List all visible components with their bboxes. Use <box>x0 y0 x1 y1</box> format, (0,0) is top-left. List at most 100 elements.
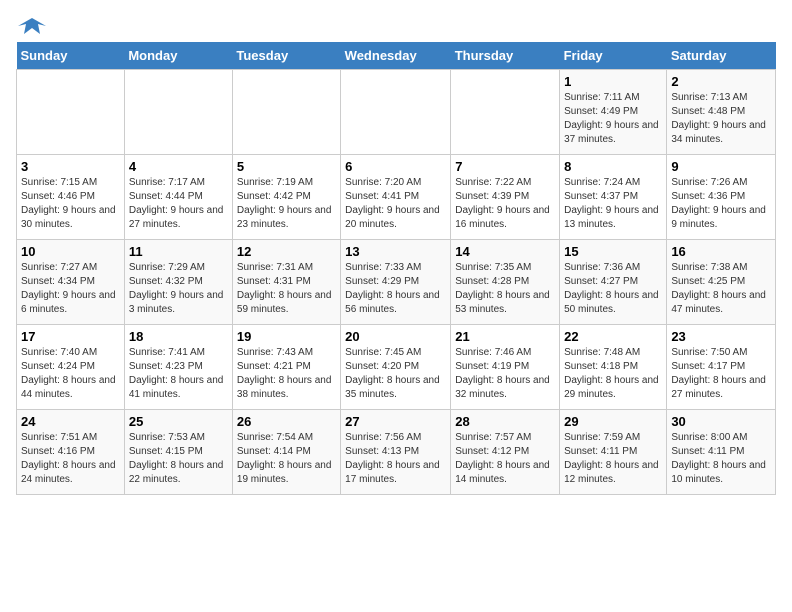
day-number: 10 <box>21 244 120 259</box>
weekday-header-wednesday: Wednesday <box>341 42 451 70</box>
calendar-cell: 7 Sunrise: 7:22 AM Sunset: 4:39 PM Daylig… <box>451 155 560 240</box>
calendar-cell: 17Sunrise: 7:40 AM Sunset: 4:24 PM Dayli… <box>17 325 125 410</box>
day-number: 16 <box>671 244 771 259</box>
day-number: 7 <box>455 159 555 174</box>
day-number: 24 <box>21 414 120 429</box>
day-number: 29 <box>564 414 662 429</box>
weekday-header-saturday: Saturday <box>667 42 776 70</box>
day-info: Sunrise: 7:31 AM Sunset: 4:31 PM Dayligh… <box>237 261 336 317</box>
calendar-cell: 23 Sunrise: 7:50 AM Sunset: 4:17 PM Dayli… <box>667 325 776 410</box>
day-info: Sunrise: 7:38 AM Sunset: 4:25 PM Dayligh… <box>671 261 771 317</box>
calendar-cell: 12 Sunrise: 7:31 AM Sunset: 4:31 PM Dayli… <box>232 240 340 325</box>
day-number: 15 <box>564 244 662 259</box>
week-row-5: 24 Sunrise: 7:51 AM Sunset: 4:16 PM Dayli… <box>17 410 776 495</box>
day-info: Sunrise: 7:53 AM Sunset: 4:15 PM Dayligh… <box>129 431 228 487</box>
day-info: Sunrise: 7:35 AM Sunset: 4:28 PM Dayligh… <box>455 261 555 317</box>
day-info: Sunrise: 7:57 AM Sunset: 4:12 PM Dayligh… <box>455 431 555 487</box>
calendar-cell: 22Sunrise: 7:48 AM Sunset: 4:18 PM Dayli… <box>560 325 667 410</box>
day-number: 25 <box>129 414 228 429</box>
day-info: Sunrise: 7:36 AM Sunset: 4:27 PM Dayligh… <box>564 261 662 317</box>
calendar-cell: 2 Sunrise: 7:13 AM Sunset: 4:48 PM Daylig… <box>667 70 776 155</box>
day-info: Sunrise: 7:45 AM Sunset: 4:20 PM Dayligh… <box>345 346 446 402</box>
calendar-cell: 25 Sunrise: 7:53 AM Sunset: 4:15 PM Dayli… <box>124 410 232 495</box>
day-info: Sunrise: 7:19 AM Sunset: 4:42 PM Dayligh… <box>237 176 336 232</box>
day-info: Sunrise: 7:29 AM Sunset: 4:32 PM Dayligh… <box>129 261 228 317</box>
calendar-cell: 28 Sunrise: 7:57 AM Sunset: 4:12 PM Dayli… <box>451 410 560 495</box>
day-number: 18 <box>129 329 228 344</box>
day-number: 26 <box>237 414 336 429</box>
day-info: Sunrise: 7:24 AM Sunset: 4:37 PM Dayligh… <box>564 176 662 232</box>
calendar-cell: 6 Sunrise: 7:20 AM Sunset: 4:41 PM Daylig… <box>341 155 451 240</box>
day-info: Sunrise: 7:40 AM Sunset: 4:24 PM Dayligh… <box>21 346 120 402</box>
calendar-cell: 8Sunrise: 7:24 AM Sunset: 4:37 PM Daylig… <box>560 155 667 240</box>
day-number: 3 <box>21 159 120 174</box>
day-number: 1 <box>564 74 662 89</box>
weekday-header-friday: Friday <box>560 42 667 70</box>
day-number: 11 <box>129 244 228 259</box>
calendar-cell: 26 Sunrise: 7:54 AM Sunset: 4:14 PM Dayli… <box>232 410 340 495</box>
day-info: Sunrise: 7:22 AM Sunset: 4:39 PM Dayligh… <box>455 176 555 232</box>
week-row-4: 17Sunrise: 7:40 AM Sunset: 4:24 PM Dayli… <box>17 325 776 410</box>
calendar-cell: 11 Sunrise: 7:29 AM Sunset: 4:32 PM Dayli… <box>124 240 232 325</box>
day-number: 6 <box>345 159 446 174</box>
calendar-cell <box>232 70 340 155</box>
calendar-cell: 4 Sunrise: 7:17 AM Sunset: 4:44 PM Daylig… <box>124 155 232 240</box>
day-info: Sunrise: 7:11 AM Sunset: 4:49 PM Dayligh… <box>564 91 662 147</box>
day-number: 20 <box>345 329 446 344</box>
week-row-3: 10 Sunrise: 7:27 AM Sunset: 4:34 PM Dayli… <box>17 240 776 325</box>
day-info: Sunrise: 7:13 AM Sunset: 4:48 PM Dayligh… <box>671 91 771 147</box>
day-info: Sunrise: 7:56 AM Sunset: 4:13 PM Dayligh… <box>345 431 446 487</box>
calendar-cell: 24 Sunrise: 7:51 AM Sunset: 4:16 PM Dayli… <box>17 410 125 495</box>
calendar-cell: 27 Sunrise: 7:56 AM Sunset: 4:13 PM Dayli… <box>341 410 451 495</box>
week-row-2: 3Sunrise: 7:15 AM Sunset: 4:46 PM Daylig… <box>17 155 776 240</box>
calendar-table: SundayMondayTuesdayWednesdayThursdayFrid… <box>16 42 776 495</box>
calendar-cell: 13Sunrise: 7:33 AM Sunset: 4:29 PM Dayli… <box>341 240 451 325</box>
calendar-cell: 14 Sunrise: 7:35 AM Sunset: 4:28 PM Dayli… <box>451 240 560 325</box>
weekday-header-tuesday: Tuesday <box>232 42 340 70</box>
day-info: Sunrise: 7:17 AM Sunset: 4:44 PM Dayligh… <box>129 176 228 232</box>
calendar-cell: 5 Sunrise: 7:19 AM Sunset: 4:42 PM Daylig… <box>232 155 340 240</box>
day-info: Sunrise: 7:51 AM Sunset: 4:16 PM Dayligh… <box>21 431 120 487</box>
calendar-cell: 19 Sunrise: 7:43 AM Sunset: 4:21 PM Dayli… <box>232 325 340 410</box>
day-info: Sunrise: 7:27 AM Sunset: 4:34 PM Dayligh… <box>21 261 120 317</box>
calendar-cell: 29 Sunrise: 7:59 AM Sunset: 4:11 PM Dayli… <box>560 410 667 495</box>
calendar-cell: 9Sunrise: 7:26 AM Sunset: 4:36 PM Daylig… <box>667 155 776 240</box>
day-info: Sunrise: 7:54 AM Sunset: 4:14 PM Dayligh… <box>237 431 336 487</box>
calendar-cell: 10 Sunrise: 7:27 AM Sunset: 4:34 PM Dayli… <box>17 240 125 325</box>
calendar-cell <box>17 70 125 155</box>
day-number: 19 <box>237 329 336 344</box>
day-number: 12 <box>237 244 336 259</box>
day-info: Sunrise: 8:00 AM Sunset: 4:11 PM Dayligh… <box>671 431 771 487</box>
calendar-cell: 21Sunrise: 7:46 AM Sunset: 4:19 PM Dayli… <box>451 325 560 410</box>
calendar-cell: 20 Sunrise: 7:45 AM Sunset: 4:20 PM Dayli… <box>341 325 451 410</box>
day-number: 4 <box>129 159 228 174</box>
day-number: 14 <box>455 244 555 259</box>
day-number: 28 <box>455 414 555 429</box>
weekday-header-monday: Monday <box>124 42 232 70</box>
day-info: Sunrise: 7:59 AM Sunset: 4:11 PM Dayligh… <box>564 431 662 487</box>
day-info: Sunrise: 7:41 AM Sunset: 4:23 PM Dayligh… <box>129 346 228 402</box>
calendar-cell: 18 Sunrise: 7:41 AM Sunset: 4:23 PM Dayli… <box>124 325 232 410</box>
day-info: Sunrise: 7:26 AM Sunset: 4:36 PM Dayligh… <box>671 176 771 232</box>
day-info: Sunrise: 7:50 AM Sunset: 4:17 PM Dayligh… <box>671 346 771 402</box>
calendar-cell <box>451 70 560 155</box>
day-info: Sunrise: 7:33 AM Sunset: 4:29 PM Dayligh… <box>345 261 446 317</box>
day-info: Sunrise: 7:43 AM Sunset: 4:21 PM Dayligh… <box>237 346 336 402</box>
calendar-cell: 1 Sunrise: 7:11 AM Sunset: 4:49 PM Daylig… <box>560 70 667 155</box>
weekday-header-row: SundayMondayTuesdayWednesdayThursdayFrid… <box>17 42 776 70</box>
day-number: 30 <box>671 414 771 429</box>
day-info: Sunrise: 7:20 AM Sunset: 4:41 PM Dayligh… <box>345 176 446 232</box>
day-number: 5 <box>237 159 336 174</box>
day-number: 2 <box>671 74 771 89</box>
calendar-cell: 15 Sunrise: 7:36 AM Sunset: 4:27 PM Dayli… <box>560 240 667 325</box>
week-row-1: 1 Sunrise: 7:11 AM Sunset: 4:49 PM Daylig… <box>17 70 776 155</box>
logo <box>16 16 46 34</box>
day-number: 23 <box>671 329 771 344</box>
logo-bird-icon <box>18 16 46 38</box>
weekday-header-thursday: Thursday <box>451 42 560 70</box>
header <box>16 16 776 34</box>
calendar-cell: 30 Sunrise: 8:00 AM Sunset: 4:11 PM Dayli… <box>667 410 776 495</box>
day-number: 27 <box>345 414 446 429</box>
day-info: Sunrise: 7:48 AM Sunset: 4:18 PM Dayligh… <box>564 346 662 402</box>
day-number: 21 <box>455 329 555 344</box>
